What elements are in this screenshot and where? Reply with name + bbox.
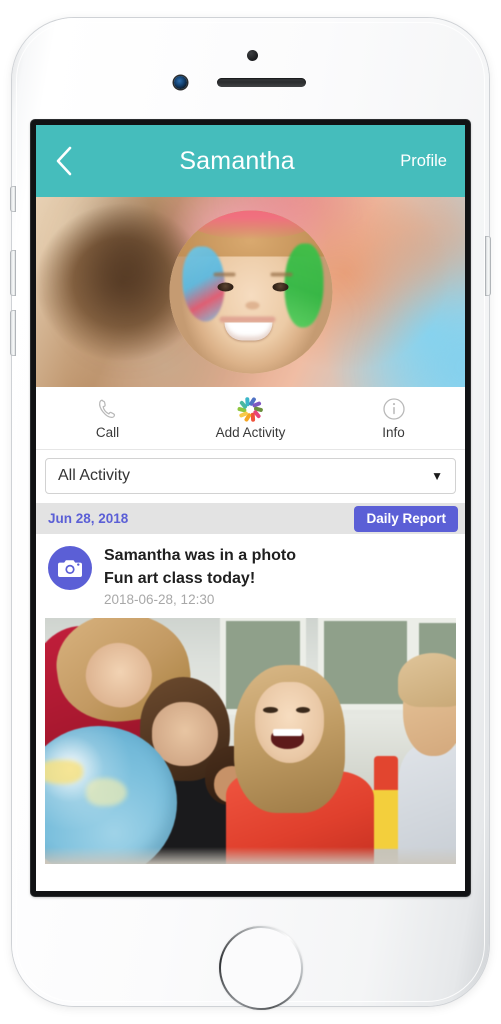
page-title: Samantha: [179, 146, 295, 175]
avatar-brow-left: [213, 272, 235, 277]
activity-title: Samantha was in a photo: [104, 547, 297, 564]
info-button[interactable]: Info: [322, 387, 465, 449]
daily-report-button[interactable]: Daily Report: [354, 505, 458, 532]
info-icon: [382, 396, 406, 422]
avatar-eye-right: [272, 282, 288, 292]
phone-icon: [96, 396, 120, 422]
activity-date: Jun 28, 2018: [48, 511, 129, 526]
avatar-nose: [245, 301, 260, 310]
chevron-down-icon: ▼: [431, 469, 443, 483]
add-activity-label: Add Activity: [215, 425, 286, 440]
child-main-teeth: [273, 728, 302, 737]
avatar-brow-right: [270, 272, 293, 277]
cover-photo: [36, 197, 465, 387]
add-activity-button[interactable]: Add Activity: [179, 387, 322, 449]
power-button[interactable]: [485, 236, 491, 296]
camera-icon: [48, 546, 92, 590]
globe-landmass: [45, 759, 83, 785]
volume-down-button[interactable]: [10, 310, 16, 356]
globe-landmass: [85, 778, 127, 806]
classroom-table: [45, 846, 456, 865]
child-main-face: [254, 682, 325, 764]
date-bar: Jun 28, 2018 Daily Report: [36, 503, 465, 534]
silent-switch[interactable]: [10, 186, 16, 212]
activity-filter-value: All Activity: [58, 467, 131, 484]
call-button[interactable]: Call: [36, 387, 179, 449]
volume-up-button[interactable]: [10, 250, 16, 296]
proximity-sensor-icon: [247, 50, 258, 61]
activity-timestamp: 2018-06-28, 12:30: [104, 592, 215, 608]
front-camera-icon: [174, 76, 187, 89]
chevron-left-icon: [54, 145, 74, 177]
avatar-eye-left: [217, 282, 234, 292]
action-bar: Call Add Activity Info: [36, 387, 465, 450]
activity-list: Samantha was in a photo Fun art class to…: [36, 534, 465, 865]
activity-photo[interactable]: [45, 618, 456, 865]
screen-bezel: Samantha Profile Call Add Activity Info …: [31, 120, 470, 896]
home-button[interactable]: [219, 926, 303, 1010]
child-main-eye-left: [262, 706, 278, 714]
info-label: Info: [382, 425, 405, 440]
call-label: Call: [95, 425, 120, 440]
avatar-paint-green: [284, 243, 324, 328]
classroom-window: [324, 620, 407, 705]
earpiece-speaker: [217, 78, 306, 87]
avatar-lip: [219, 316, 276, 323]
child-right-hair: [398, 652, 456, 707]
activity-filter-select[interactable]: All Activity ▼: [45, 458, 456, 494]
avatar[interactable]: [169, 210, 332, 374]
filter-row: All Activity ▼: [36, 450, 465, 503]
activity-text: Samantha was in a photo Fun art class to…: [104, 544, 296, 607]
activity-caption: Fun art class today!: [104, 569, 256, 587]
app-header: Samantha Profile: [36, 125, 465, 197]
activity-item[interactable]: Samantha was in a photo Fun art class to…: [36, 534, 465, 615]
app-screen: Samantha Profile Call Add Activity Info …: [36, 125, 465, 891]
pinwheel-icon: [237, 396, 264, 422]
profile-button[interactable]: Profile: [400, 152, 447, 171]
